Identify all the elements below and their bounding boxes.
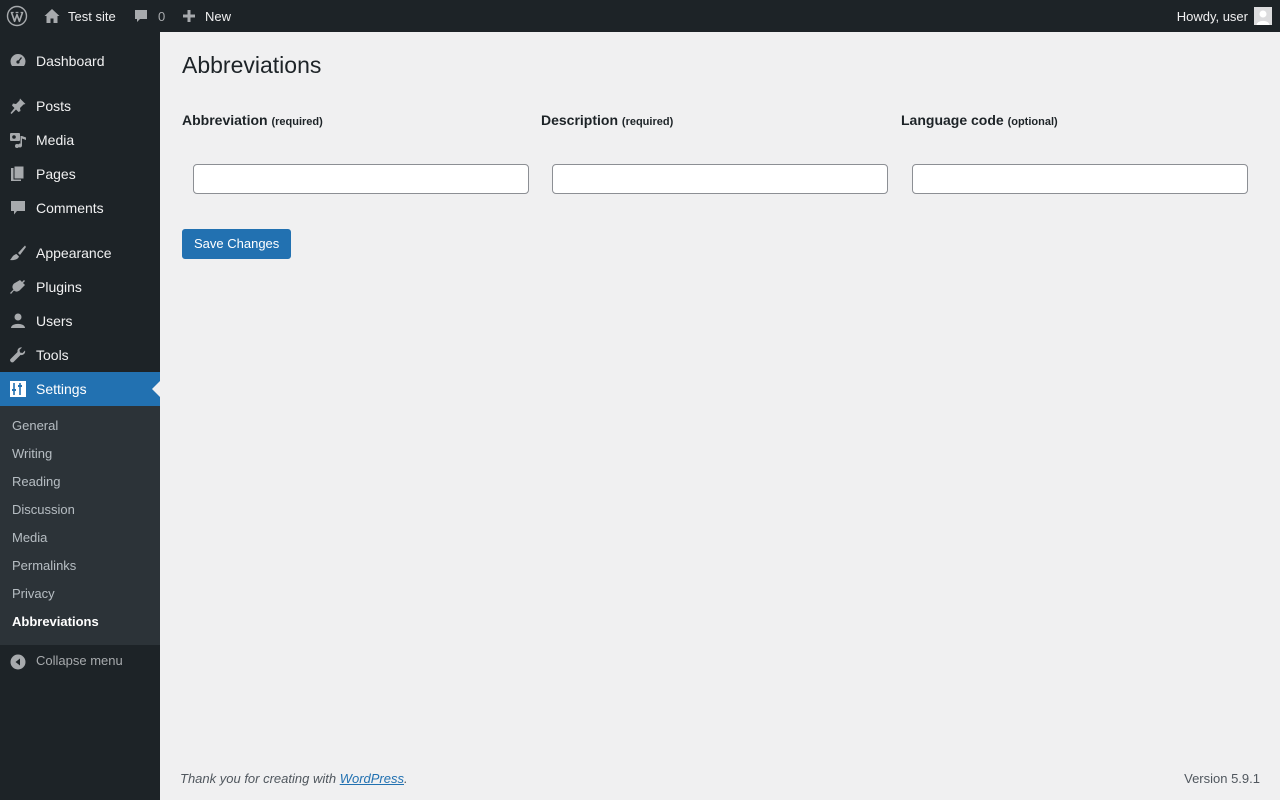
wordpress-logo-icon bbox=[6, 5, 28, 27]
avatar bbox=[1254, 7, 1272, 25]
wrench-icon bbox=[10, 347, 26, 363]
menu-label: Posts bbox=[36, 98, 72, 114]
comment-icon bbox=[11, 201, 25, 215]
wordpress-logo-menu[interactable] bbox=[6, 0, 28, 32]
description-column-header: Description (required) bbox=[541, 111, 673, 131]
new-content-link[interactable]: New bbox=[182, 0, 231, 32]
comment-icon bbox=[135, 10, 147, 22]
menu-item-tools[interactable]: Tools bbox=[0, 338, 160, 372]
collapse-label: Collapse menu bbox=[36, 653, 123, 668]
column-label: Abbreviation bbox=[182, 112, 268, 128]
footer-version: Version 5.9.1 bbox=[1184, 771, 1260, 786]
brush-icon bbox=[10, 245, 26, 261]
user-icon bbox=[11, 313, 25, 328]
menu-item-appearance[interactable]: Appearance bbox=[0, 236, 160, 270]
menu-item-media[interactable]: Media bbox=[0, 123, 160, 157]
language-code-column-header: Language code (optional) bbox=[901, 111, 1058, 131]
submenu-item-writing[interactable]: Writing bbox=[12, 440, 52, 468]
settings-submenu: General Writing Reading Discussion Media… bbox=[0, 406, 160, 645]
admin-bar: Test site 0 New Howdy, user bbox=[0, 0, 1280, 32]
language-code-input[interactable] bbox=[912, 164, 1248, 194]
pages-icon bbox=[11, 165, 25, 181]
admin-menu: Dashboard Posts Media Pages Comments App… bbox=[0, 32, 160, 800]
submenu-item-privacy[interactable]: Privacy bbox=[12, 580, 55, 608]
menu-label: Media bbox=[36, 132, 75, 148]
page-title: Abbreviations bbox=[182, 52, 322, 78]
menu-label: Settings bbox=[36, 381, 87, 397]
description-input[interactable] bbox=[552, 164, 888, 194]
plus-icon bbox=[183, 10, 195, 22]
comments-link[interactable]: 0 bbox=[133, 0, 165, 32]
menu-label: Plugins bbox=[36, 279, 82, 295]
howdy-text: Howdy, user bbox=[1176, 8, 1248, 24]
menu-label: Users bbox=[36, 313, 73, 329]
submenu-item-media[interactable]: Media bbox=[12, 524, 47, 552]
menu-label: Pages bbox=[36, 166, 76, 182]
menu-label: Tools bbox=[36, 347, 69, 363]
plug-icon bbox=[10, 280, 25, 294]
menu-item-pages[interactable]: Pages bbox=[0, 157, 160, 191]
menu-item-settings[interactable]: Settings bbox=[0, 372, 160, 406]
site-name: Test site bbox=[68, 8, 116, 24]
column-note: (required) bbox=[621, 116, 674, 128]
footer-thanks-suffix: . bbox=[404, 771, 408, 786]
collapse-arrow-icon bbox=[10, 654, 26, 670]
new-label: New bbox=[205, 8, 232, 24]
column-note: (required) bbox=[271, 116, 323, 128]
footer-thanks-prefix: Thank you for creating with bbox=[180, 771, 340, 786]
site-name-link[interactable]: Test site bbox=[43, 0, 116, 32]
submenu-item-general[interactable]: General bbox=[12, 412, 58, 440]
comments-count: 0 bbox=[158, 8, 166, 24]
column-note: (optional) bbox=[1007, 116, 1058, 128]
submenu-item-permalinks[interactable]: Permalinks bbox=[12, 552, 76, 580]
user-avatar-icon bbox=[1254, 7, 1272, 25]
menu-label: Appearance bbox=[36, 245, 112, 261]
menu-label: Comments bbox=[36, 200, 104, 216]
submenu-item-abbreviations[interactable]: Abbreviations bbox=[12, 608, 99, 636]
menu-item-dashboard[interactable]: Dashboard bbox=[0, 44, 160, 78]
menu-label: Dashboard bbox=[36, 53, 105, 69]
footer-thankyou: Thank you for creating with WordPress. bbox=[180, 771, 408, 786]
abbreviation-column-header: Abbreviation (required) bbox=[182, 111, 323, 131]
submenu-item-discussion[interactable]: Discussion bbox=[12, 496, 75, 524]
my-account-link[interactable]: Howdy, user bbox=[1177, 0, 1272, 32]
column-label: Description bbox=[541, 112, 619, 128]
menu-item-posts[interactable]: Posts bbox=[0, 89, 160, 123]
save-changes-button[interactable]: Save Changes bbox=[182, 229, 292, 259]
home-icon bbox=[44, 9, 60, 23]
main-content: Abbreviations Abbreviation (required) De… bbox=[160, 32, 1280, 800]
submenu-item-reading[interactable]: Reading bbox=[12, 468, 60, 496]
current-menu-arrow bbox=[152, 381, 160, 397]
dashboard-icon bbox=[10, 54, 26, 66]
media-icon bbox=[10, 133, 26, 148]
abbreviation-input[interactable] bbox=[193, 164, 529, 194]
sliders-icon bbox=[10, 381, 26, 397]
menu-item-plugins[interactable]: Plugins bbox=[0, 270, 160, 304]
wordpress-link[interactable]: WordPress bbox=[340, 771, 404, 786]
column-label: Language code bbox=[901, 112, 1004, 128]
menu-item-comments[interactable]: Comments bbox=[0, 191, 160, 225]
menu-item-users[interactable]: Users bbox=[0, 304, 160, 338]
collapse-menu-button[interactable]: Collapse menu bbox=[0, 645, 160, 679]
pin-icon bbox=[10, 98, 26, 114]
